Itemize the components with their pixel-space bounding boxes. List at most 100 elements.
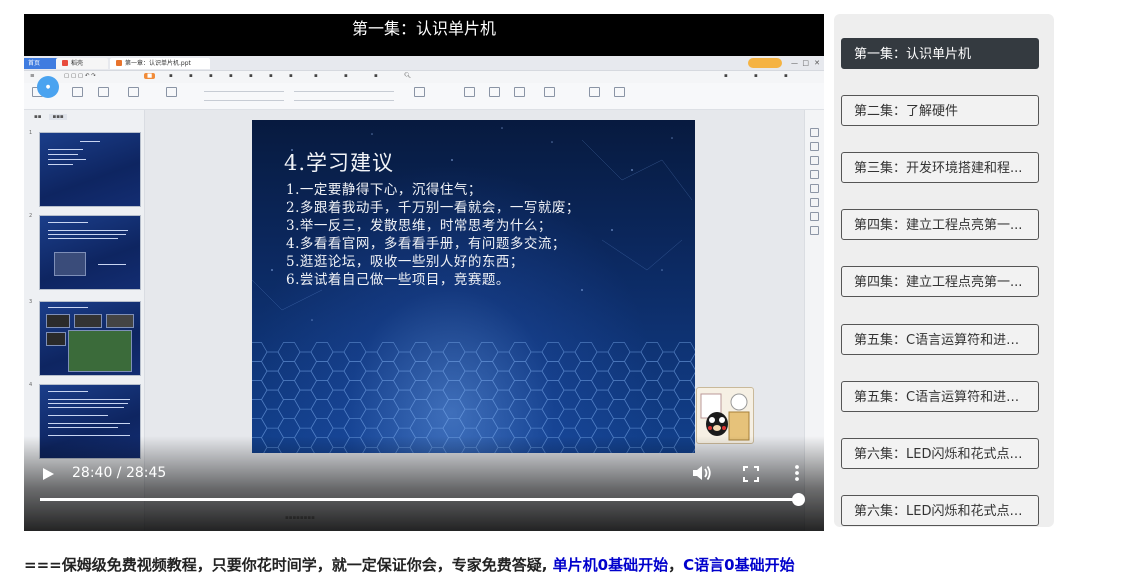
hex-cell: [558, 408, 581, 429]
hex-cell: [376, 342, 400, 362]
hex-cell: [310, 342, 334, 362]
episode-item[interactable]: 第二集：了解硬件: [841, 95, 1039, 126]
slide-bullet: 3.举一反三，发散思维，时常思考为什么；: [286, 218, 552, 234]
hex-cell: [409, 399, 433, 420]
hex-cell: [574, 380, 598, 400]
slide-canvas: 4.学习建议 1.一定要静得下心，沉得住气； 2.多跟着我动手，千万别一看就会，…: [252, 120, 695, 453]
hex-cell: [376, 361, 400, 381]
hex-cell: [459, 408, 482, 429]
slide-bullet: 2.多跟着我动手，千万别一看就会，一写就废；: [286, 200, 580, 216]
progress-bar[interactable]: [40, 493, 805, 506]
hex-cell: [591, 389, 614, 410]
hex-cell: [657, 389, 680, 410]
video-player[interactable]: 第一集：认识单片机 首页 稻壳 第一章：认识单片机.ppt — □ ✕ ≡ ▢ ▢…: [24, 14, 824, 531]
thumb-number: 4: [29, 382, 33, 388]
hex-cell: [327, 389, 350, 410]
hex-cell: [261, 351, 284, 372]
hex-cell: [294, 351, 317, 372]
hex-cell: [475, 342, 499, 362]
thumb-number: 1: [29, 130, 33, 136]
hex-cell: [252, 361, 268, 381]
hex-cell: [261, 408, 284, 429]
hex-cell: [640, 361, 664, 381]
hex-cell: [541, 399, 565, 420]
hex-cell: [607, 342, 631, 362]
hex-cell: [442, 361, 466, 381]
episode-item[interactable]: 第三集：开发环境搭建和程...: [841, 152, 1039, 183]
app-tab-document-label: 第一章：认识单片机.ppt: [125, 60, 191, 67]
fullscreen-icon: [743, 466, 759, 482]
play-button[interactable]: [40, 466, 56, 482]
hex-cell: [525, 351, 548, 372]
hex-cell: [343, 361, 367, 381]
thumb-number: 3: [29, 299, 33, 305]
episode-item[interactable]: 第五集：C语言运算符和进制...: [841, 324, 1039, 355]
app-tab-home: 首页: [24, 58, 58, 69]
app-tab-document: 第一章：认识单片机.ppt: [110, 58, 210, 69]
hex-cell: [310, 418, 334, 439]
episode-item[interactable]: 第四集：建立工程点亮第一...: [841, 266, 1039, 297]
episode-list-panel: 第一集：认识单片机 第二集：了解硬件 第三集：开发环境搭建和程... 第四集：建立工程…: [834, 14, 1054, 527]
link-mcu-basics[interactable]: 单片机0基础开始: [553, 556, 668, 574]
slide-bullet-list: 1.一定要静得下心，沉得住气； 2.多跟着我动手，千万别一看就会，一写就废； 3…: [286, 181, 580, 289]
hex-cell: [310, 399, 334, 420]
panel-tabs: ▪▪ ▪▪▪: [34, 114, 75, 120]
hex-cell: [277, 342, 301, 362]
hex-cell: [574, 399, 598, 420]
hex-cell: [508, 342, 532, 362]
hex-cell: [640, 380, 664, 400]
hex-cell: [475, 399, 499, 420]
hex-cell: [343, 342, 367, 362]
episode-item[interactable]: 第一集：认识单片机: [841, 38, 1039, 69]
hex-cell: [508, 418, 532, 439]
promo-text: ===保姆级免费视频教程，只要你花时间学，就一定保证你会，专家免费答疑,: [24, 556, 548, 574]
fullscreen-button[interactable]: [743, 466, 759, 482]
episode-item[interactable]: 第四集：建立工程点亮第一...: [841, 209, 1039, 240]
hex-cell: [558, 370, 581, 391]
hex-cell: [252, 380, 268, 400]
hex-cell: [409, 380, 433, 400]
episode-item[interactable]: 第六集：LED闪烁和花式点灯...: [841, 438, 1039, 469]
hex-cell: [252, 418, 268, 439]
hex-cell: [426, 351, 449, 372]
hex-cell: [360, 389, 383, 410]
hex-cell: [360, 351, 383, 372]
video-title: 第一集：认识单片机: [351, 19, 496, 38]
hex-cell: [541, 418, 565, 439]
more-options-button[interactable]: [792, 464, 802, 482]
recording-badge-icon: ●: [37, 76, 59, 98]
hex-cell: [327, 408, 350, 429]
hex-cell: [442, 418, 466, 439]
hex-cell: [409, 342, 433, 362]
hex-cell: [294, 408, 317, 429]
episode-item[interactable]: 第六集：LED闪烁和花式点灯...: [841, 495, 1039, 526]
hex-cell: [640, 342, 664, 362]
hex-cell: [657, 370, 680, 391]
hex-cell: [252, 399, 268, 420]
hex-cell: [525, 370, 548, 391]
hex-cell: [640, 418, 664, 439]
slide-bullet: 4.多看看官网，多看看手册，有问题多交流；: [286, 236, 566, 252]
hex-cell: [541, 342, 565, 362]
hex-cell: [591, 408, 614, 429]
progress-scrubber-handle[interactable]: [791, 493, 805, 506]
hex-cell: [277, 361, 301, 381]
volume-button[interactable]: [692, 464, 712, 482]
episode-item[interactable]: 第五集：C语言运算符和进制...: [841, 381, 1039, 412]
hex-cell: [475, 380, 499, 400]
app-tab-docer: 稻壳: [56, 58, 108, 69]
hex-cell: [475, 361, 499, 381]
app-tab-docer-label: 稻壳: [71, 60, 84, 67]
hex-cell: [475, 418, 499, 439]
hex-cell: [442, 342, 466, 362]
hex-cell: [492, 370, 515, 391]
hex-cell: [409, 418, 433, 439]
hex-cell: [624, 370, 647, 391]
app-menu-bar: ≡ ▢ ▢ ▢ ↶ ↷ ■ ▪ ▪ ▪ ▪ ▪ ▪ ▪ ▪ ▪ ▪ 🔍︎ ▪ ▪ ▪: [24, 71, 824, 83]
hex-cell: [310, 361, 334, 381]
link-c-basics[interactable]: C语言0基础开始: [683, 556, 794, 574]
hex-cell: [541, 361, 565, 381]
hex-cell: [541, 380, 565, 400]
time-display: 28:40 / 28:45: [72, 465, 167, 481]
hex-cell: [607, 418, 631, 439]
